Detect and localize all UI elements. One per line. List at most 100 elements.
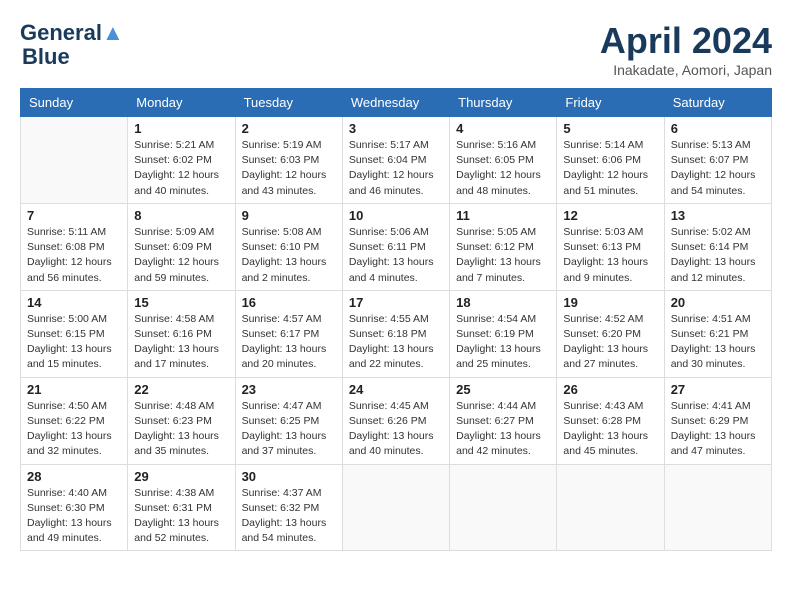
header-sunday: Sunday xyxy=(21,89,128,117)
day-info: Sunrise: 5:11 AM Sunset: 6:08 PM Dayligh… xyxy=(27,225,121,286)
day-number: 3 xyxy=(349,121,443,136)
calendar-cell: 14 Sunrise: 5:00 AM Sunset: 6:15 PM Dayli… xyxy=(21,290,128,377)
day-info: Sunrise: 4:54 AM Sunset: 6:19 PM Dayligh… xyxy=(456,312,550,373)
day-number: 4 xyxy=(456,121,550,136)
day-number: 27 xyxy=(671,382,765,397)
header-friday: Friday xyxy=(557,89,664,117)
calendar-cell: 20 Sunrise: 4:51 AM Sunset: 6:21 PM Dayli… xyxy=(664,290,771,377)
logo: General▲ Blue xyxy=(20,20,124,68)
calendar-cell xyxy=(21,117,128,204)
calendar-cell: 15 Sunrise: 4:58 AM Sunset: 6:16 PM Dayli… xyxy=(128,290,235,377)
day-info: Sunrise: 4:38 AM Sunset: 6:31 PM Dayligh… xyxy=(134,486,228,547)
day-info: Sunrise: 5:17 AM Sunset: 6:04 PM Dayligh… xyxy=(349,138,443,199)
day-number: 24 xyxy=(349,382,443,397)
day-number: 20 xyxy=(671,295,765,310)
header-tuesday: Tuesday xyxy=(235,89,342,117)
calendar-cell: 3 Sunrise: 5:17 AM Sunset: 6:04 PM Daylig… xyxy=(342,117,449,204)
calendar-cell: 6Sunrise: 5:13 AM Sunset: 6:07 PM Daylig… xyxy=(664,117,771,204)
day-number: 18 xyxy=(456,295,550,310)
day-info: Sunrise: 4:50 AM Sunset: 6:22 PM Dayligh… xyxy=(27,399,121,460)
day-number: 2 xyxy=(242,121,336,136)
day-info: Sunrise: 5:00 AM Sunset: 6:15 PM Dayligh… xyxy=(27,312,121,373)
calendar-cell xyxy=(450,464,557,551)
day-info: Sunrise: 4:52 AM Sunset: 6:20 PM Dayligh… xyxy=(563,312,657,373)
calendar-cell: 2 Sunrise: 5:19 AM Sunset: 6:03 PM Daylig… xyxy=(235,117,342,204)
calendar-cell: 8 Sunrise: 5:09 AM Sunset: 6:09 PM Daylig… xyxy=(128,203,235,290)
day-number: 8 xyxy=(134,208,228,223)
day-number: 12 xyxy=(563,208,657,223)
day-number: 10 xyxy=(349,208,443,223)
logo-text: General▲ xyxy=(20,20,124,46)
calendar-header-row: SundayMondayTuesdayWednesdayThursdayFrid… xyxy=(21,89,772,117)
day-info: Sunrise: 5:09 AM Sunset: 6:09 PM Dayligh… xyxy=(134,225,228,286)
day-number: 26 xyxy=(563,382,657,397)
calendar-cell: 28 Sunrise: 4:40 AM Sunset: 6:30 PM Dayli… xyxy=(21,464,128,551)
calendar-cell xyxy=(342,464,449,551)
calendar-week-1: 1Sunrise: 5:21 AM Sunset: 6:02 PM Daylig… xyxy=(21,117,772,204)
day-info: Sunrise: 5:19 AM Sunset: 6:03 PM Dayligh… xyxy=(242,138,336,199)
calendar-cell: 29 Sunrise: 4:38 AM Sunset: 6:31 PM Dayli… xyxy=(128,464,235,551)
day-info: Sunrise: 5:03 AM Sunset: 6:13 PM Dayligh… xyxy=(563,225,657,286)
calendar-cell xyxy=(557,464,664,551)
day-info: Sunrise: 4:41 AM Sunset: 6:29 PM Dayligh… xyxy=(671,399,765,460)
day-info: Sunrise: 5:06 AM Sunset: 6:11 PM Dayligh… xyxy=(349,225,443,286)
day-info: Sunrise: 5:21 AM Sunset: 6:02 PM Dayligh… xyxy=(134,138,228,199)
calendar-cell: 17Sunrise: 4:55 AM Sunset: 6:18 PM Dayli… xyxy=(342,290,449,377)
calendar-cell: 30 Sunrise: 4:37 AM Sunset: 6:32 PM Dayli… xyxy=(235,464,342,551)
calendar-cell: 25 Sunrise: 4:44 AM Sunset: 6:27 PM Dayli… xyxy=(450,377,557,464)
calendar-cell: 13Sunrise: 5:02 AM Sunset: 6:14 PM Dayli… xyxy=(664,203,771,290)
calendar-cell: 7 Sunrise: 5:11 AM Sunset: 6:08 PM Daylig… xyxy=(21,203,128,290)
calendar-cell: 9Sunrise: 5:08 AM Sunset: 6:10 PM Daylig… xyxy=(235,203,342,290)
day-number: 25 xyxy=(456,382,550,397)
calendar-cell: 10 Sunrise: 5:06 AM Sunset: 6:11 PM Dayli… xyxy=(342,203,449,290)
calendar-cell xyxy=(664,464,771,551)
day-info: Sunrise: 4:57 AM Sunset: 6:17 PM Dayligh… xyxy=(242,312,336,373)
calendar-cell: 21 Sunrise: 4:50 AM Sunset: 6:22 PM Dayli… xyxy=(21,377,128,464)
day-info: Sunrise: 4:45 AM Sunset: 6:26 PM Dayligh… xyxy=(349,399,443,460)
day-number: 28 xyxy=(27,469,121,484)
day-number: 5 xyxy=(563,121,657,136)
day-number: 29 xyxy=(134,469,228,484)
day-number: 16 xyxy=(242,295,336,310)
logo-subtext: Blue xyxy=(22,46,70,68)
day-info: Sunrise: 4:37 AM Sunset: 6:32 PM Dayligh… xyxy=(242,486,336,547)
header-wednesday: Wednesday xyxy=(342,89,449,117)
calendar-cell: 5Sunrise: 5:14 AM Sunset: 6:06 PM Daylig… xyxy=(557,117,664,204)
day-info: Sunrise: 5:05 AM Sunset: 6:12 PM Dayligh… xyxy=(456,225,550,286)
calendar-table: SundayMondayTuesdayWednesdayThursdayFrid… xyxy=(20,88,772,551)
calendar-cell: 1Sunrise: 5:21 AM Sunset: 6:02 PM Daylig… xyxy=(128,117,235,204)
calendar-cell: 18 Sunrise: 4:54 AM Sunset: 6:19 PM Dayli… xyxy=(450,290,557,377)
header-monday: Monday xyxy=(128,89,235,117)
day-info: Sunrise: 4:43 AM Sunset: 6:28 PM Dayligh… xyxy=(563,399,657,460)
day-info: Sunrise: 5:16 AM Sunset: 6:05 PM Dayligh… xyxy=(456,138,550,199)
calendar-cell: 16 Sunrise: 4:57 AM Sunset: 6:17 PM Dayli… xyxy=(235,290,342,377)
calendar-cell: 4 Sunrise: 5:16 AM Sunset: 6:05 PM Daylig… xyxy=(450,117,557,204)
calendar-cell: 24 Sunrise: 4:45 AM Sunset: 6:26 PM Dayli… xyxy=(342,377,449,464)
day-number: 11 xyxy=(456,208,550,223)
calendar-cell: 26 Sunrise: 4:43 AM Sunset: 6:28 PM Dayli… xyxy=(557,377,664,464)
day-info: Sunrise: 4:58 AM Sunset: 6:16 PM Dayligh… xyxy=(134,312,228,373)
day-number: 9 xyxy=(242,208,336,223)
page-header: General▲ Blue April 2024 Inakadate, Aomo… xyxy=(20,20,772,78)
location: Inakadate, Aomori, Japan xyxy=(600,62,772,78)
calendar-cell: 19Sunrise: 4:52 AM Sunset: 6:20 PM Dayli… xyxy=(557,290,664,377)
day-info: Sunrise: 4:55 AM Sunset: 6:18 PM Dayligh… xyxy=(349,312,443,373)
day-number: 14 xyxy=(27,295,121,310)
day-info: Sunrise: 4:51 AM Sunset: 6:21 PM Dayligh… xyxy=(671,312,765,373)
day-info: Sunrise: 4:47 AM Sunset: 6:25 PM Dayligh… xyxy=(242,399,336,460)
day-number: 6 xyxy=(671,121,765,136)
calendar-cell: 22Sunrise: 4:48 AM Sunset: 6:23 PM Dayli… xyxy=(128,377,235,464)
calendar-cell: 11 Sunrise: 5:05 AM Sunset: 6:12 PM Dayli… xyxy=(450,203,557,290)
day-number: 15 xyxy=(134,295,228,310)
day-number: 22 xyxy=(134,382,228,397)
calendar-week-5: 28 Sunrise: 4:40 AM Sunset: 6:30 PM Dayli… xyxy=(21,464,772,551)
day-info: Sunrise: 4:44 AM Sunset: 6:27 PM Dayligh… xyxy=(456,399,550,460)
day-number: 21 xyxy=(27,382,121,397)
day-number: 7 xyxy=(27,208,121,223)
day-number: 13 xyxy=(671,208,765,223)
day-number: 30 xyxy=(242,469,336,484)
calendar-cell: 23 Sunrise: 4:47 AM Sunset: 6:25 PM Dayli… xyxy=(235,377,342,464)
calendar-cell: 27 Sunrise: 4:41 AM Sunset: 6:29 PM Dayli… xyxy=(664,377,771,464)
day-number: 23 xyxy=(242,382,336,397)
day-info: Sunrise: 4:40 AM Sunset: 6:30 PM Dayligh… xyxy=(27,486,121,547)
